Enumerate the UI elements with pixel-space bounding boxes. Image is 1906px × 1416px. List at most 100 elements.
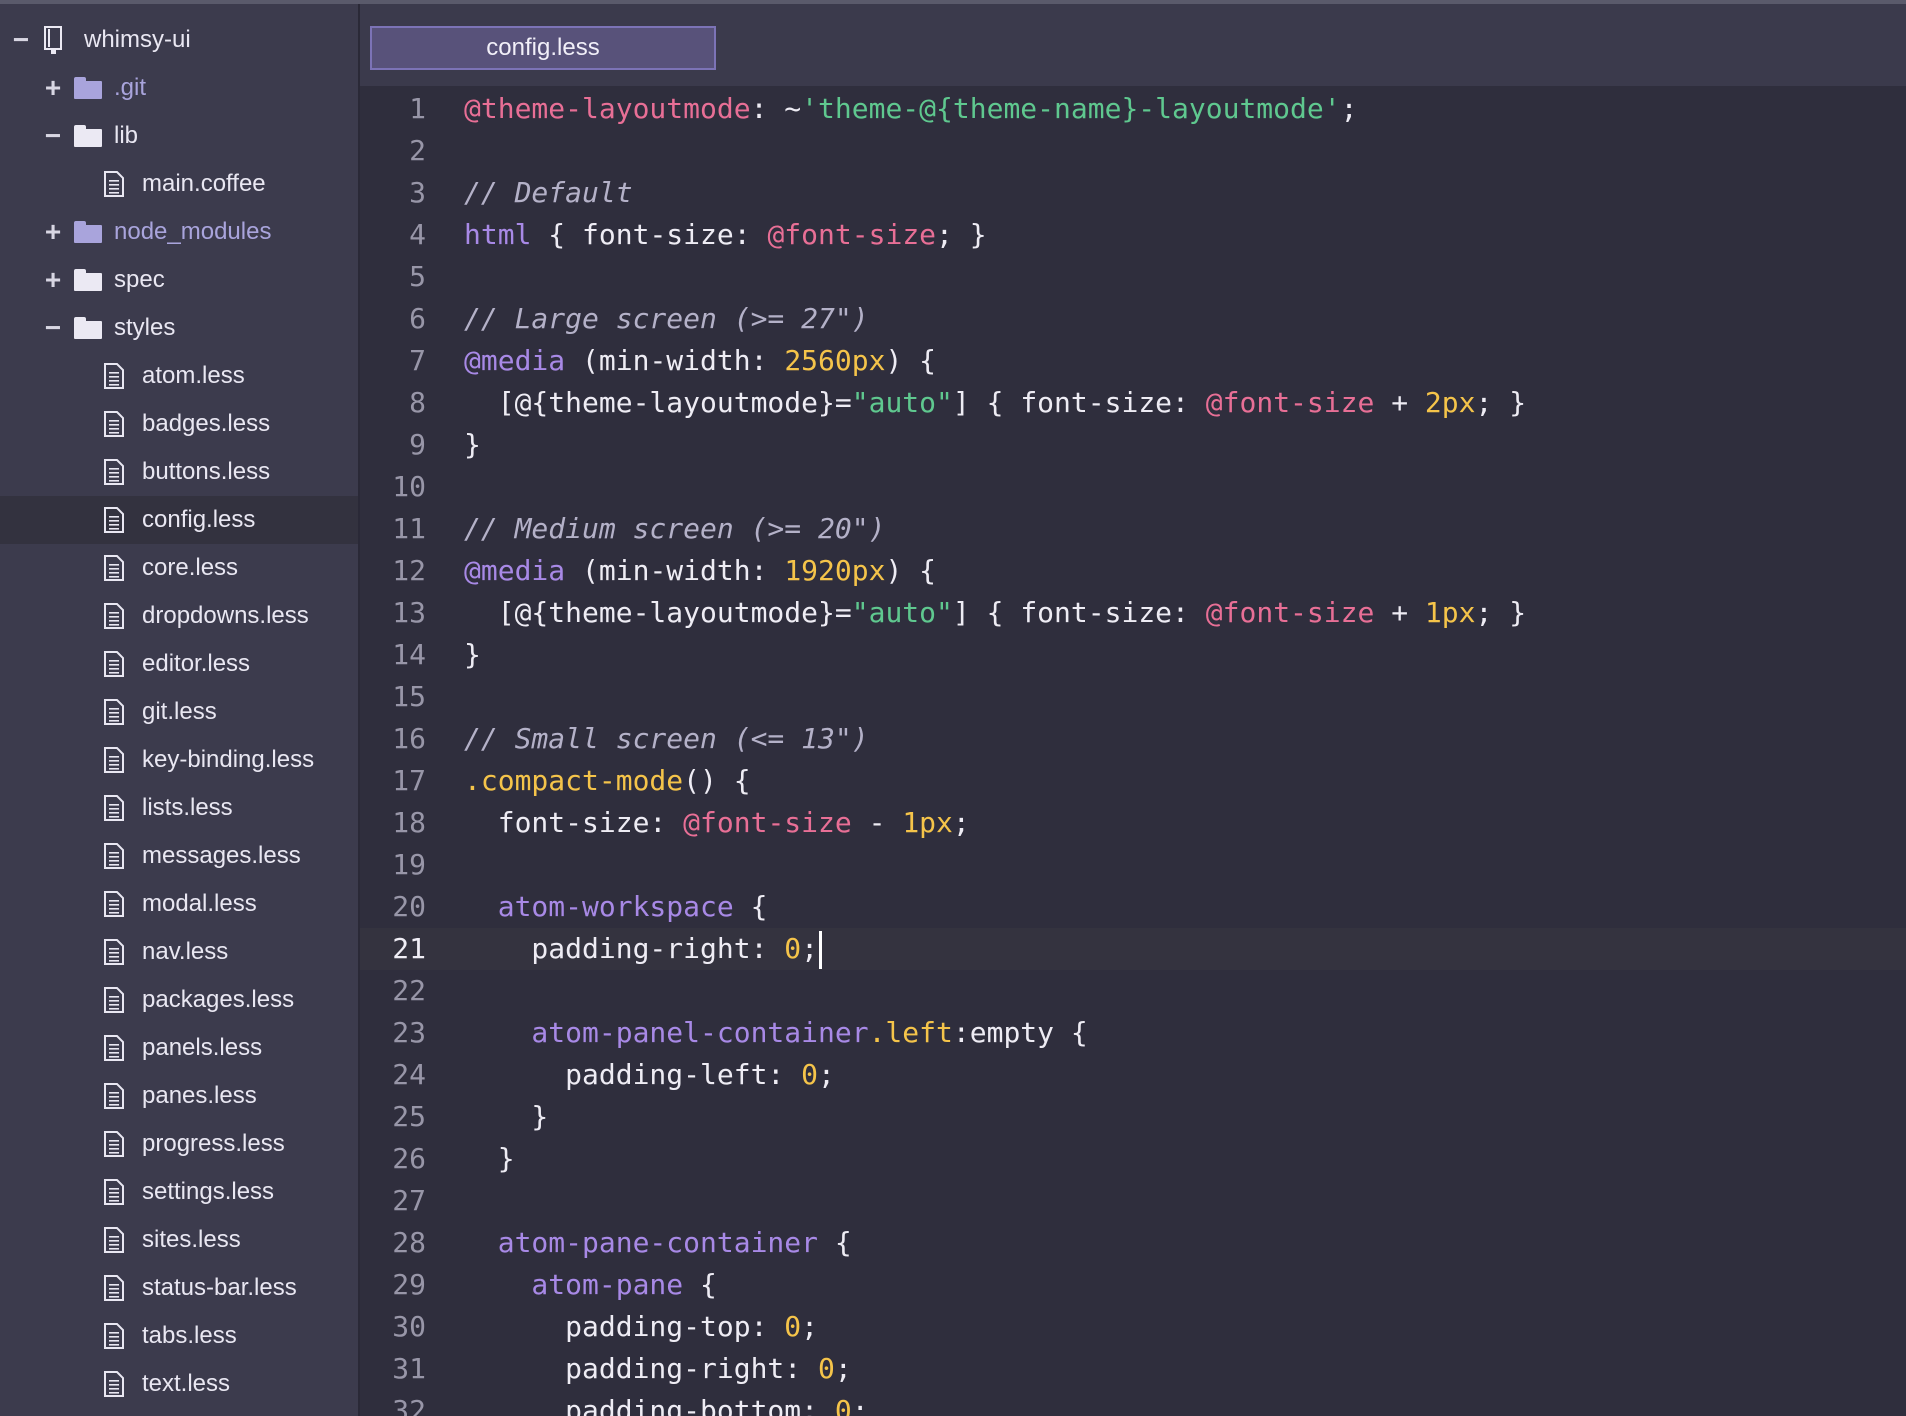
tree-item-settings-less[interactable]: settings.less xyxy=(0,1168,358,1216)
code-line[interactable]: 8 [@{theme-layoutmode}="auto"] { font-si… xyxy=(360,382,1906,424)
tree-item-dropdowns-less[interactable]: dropdowns.less xyxy=(0,592,358,640)
tree-item-node-modules[interactable]: + node_modules xyxy=(0,208,358,256)
code-line[interactable]: 28 atom-pane-container { xyxy=(360,1222,1906,1264)
code-line[interactable]: 17 .compact-mode() { xyxy=(360,760,1906,802)
tree-item-lib[interactable]: − lib xyxy=(0,112,358,160)
tree-item-nav-less[interactable]: nav.less xyxy=(0,928,358,976)
expand-toggle-icon[interactable]: + xyxy=(44,218,62,246)
code-line[interactable]: 31 padding-right: 0; xyxy=(360,1348,1906,1390)
code-token: // Small screen (<= 13") xyxy=(464,722,869,755)
code-token: @media xyxy=(464,554,566,587)
code-token: html xyxy=(464,218,532,251)
expand-toggle-icon[interactable]: + xyxy=(44,74,62,102)
code-line[interactable]: 26 } xyxy=(360,1138,1906,1180)
code-token: { xyxy=(683,1268,717,1301)
code-line[interactable]: 22 xyxy=(360,970,1906,1012)
tree-item-core-less[interactable]: core.less xyxy=(0,544,358,592)
tree-item-editor-less[interactable]: editor.less xyxy=(0,640,358,688)
tree-item-panels-less[interactable]: panels.less xyxy=(0,1024,358,1072)
tree-item-config-less[interactable]: config.less xyxy=(0,496,358,544)
tree-item-badges-less[interactable]: badges.less xyxy=(0,400,358,448)
tree-item-label: dropdowns.less xyxy=(142,602,309,629)
line-number: 20 xyxy=(392,890,426,923)
tree-item-spec[interactable]: + spec xyxy=(0,256,358,304)
file-icon xyxy=(104,1083,124,1109)
code-line[interactable]: 16 // Small screen (<= 13") xyxy=(360,718,1906,760)
code-line[interactable]: 1 @theme-layoutmode: ~'theme-@{theme-name… xyxy=(360,88,1906,130)
code-line[interactable]: 20 atom-workspace { xyxy=(360,886,1906,928)
code-line[interactable]: 2 xyxy=(360,130,1906,172)
tree-item-key-binding-less[interactable]: key-binding.less xyxy=(0,736,358,784)
collapse-toggle-icon[interactable]: − xyxy=(44,122,62,150)
file-icon xyxy=(104,555,124,581)
code-line[interactable]: 10 xyxy=(360,466,1906,508)
tree-root-whimsy-ui[interactable]: − whimsy-ui xyxy=(0,16,358,64)
code-line[interactable]: 4 html { font-size: @font-size; } xyxy=(360,214,1906,256)
code-line[interactable]: 13 [@{theme-layoutmode}="auto"] { font-s… xyxy=(360,592,1906,634)
tree-item-label: text.less xyxy=(142,1370,231,1397)
tree-item-label: packages.less xyxy=(142,986,295,1013)
code-line[interactable]: 32 padding-bottom: 0; xyxy=(360,1390,1906,1416)
file-icon xyxy=(104,939,124,965)
tree-item-tabs-less[interactable]: tabs.less xyxy=(0,1312,358,1360)
code-line[interactable]: 24 padding-left: 0; xyxy=(360,1054,1906,1096)
code-line[interactable]: 29 atom-pane { xyxy=(360,1264,1906,1306)
tree-item-messages-less[interactable]: messages.less xyxy=(0,832,358,880)
line-number: 13 xyxy=(392,596,426,629)
code-line[interactable]: 14} xyxy=(360,634,1906,676)
tree-item-text-less[interactable]: text.less xyxy=(0,1360,358,1408)
code-line[interactable]: 30 padding-top: 0; xyxy=(360,1306,1906,1348)
tab-config-less[interactable]: config.less xyxy=(370,26,716,70)
code-line[interactable]: 9} xyxy=(360,424,1906,466)
tree-item-lists-less[interactable]: lists.less xyxy=(0,784,358,832)
code-token: .left xyxy=(868,1016,953,1049)
code-token: font-size: xyxy=(464,806,684,839)
line-number: 28 xyxy=(392,1226,426,1259)
tree-item-buttons-less[interactable]: buttons.less xyxy=(0,448,358,496)
code-line[interactable]: 21 padding-right: 0; xyxy=(360,928,1906,970)
code-editor[interactable]: 1 @theme-layoutmode: ~'theme-@{theme-name… xyxy=(360,86,1906,1416)
tree-item-git[interactable]: + .git xyxy=(0,64,358,112)
code-line[interactable]: 18 font-size: @font-size - 1px; xyxy=(360,802,1906,844)
line-number: 1 xyxy=(409,92,426,125)
code-token: - xyxy=(851,806,903,839)
code-line[interactable]: 23 atom-panel-container.left:empty { xyxy=(360,1012,1906,1054)
file-icon xyxy=(104,1131,124,1157)
code-line[interactable]: 7 @media (min-width: 2560px) { xyxy=(360,340,1906,382)
line-number: 26 xyxy=(392,1142,426,1175)
tree-item-git-less[interactable]: git.less xyxy=(0,688,358,736)
code-text: @media (min-width: 1920px) { xyxy=(464,550,936,592)
tab-title: config.less xyxy=(486,34,600,61)
code-line[interactable]: 3 // Default xyxy=(360,172,1906,214)
tree-item-packages-less[interactable]: packages.less xyxy=(0,976,358,1024)
tree-item-main-coffee[interactable]: main.coffee xyxy=(0,160,358,208)
code-line[interactable]: 11 // Medium screen (>= 20") xyxy=(360,508,1906,550)
code-text: atom-workspace { xyxy=(464,886,768,928)
collapse-toggle-icon[interactable]: − xyxy=(12,26,30,54)
expand-toggle-icon[interactable]: + xyxy=(44,266,62,294)
code-line[interactable]: 5 xyxy=(360,256,1906,298)
line-number: 18 xyxy=(392,806,426,839)
code-line[interactable]: 15 xyxy=(360,676,1906,718)
tree-item-status-bar-less[interactable]: status-bar.less xyxy=(0,1264,358,1312)
code-token: 2px xyxy=(1424,386,1476,419)
code-line[interactable]: 12 @media (min-width: 1920px) { xyxy=(360,550,1906,592)
code-line[interactable]: 25 } xyxy=(360,1096,1906,1138)
tree-view[interactable]: − whimsy-ui + .git − lib main.coffee + node_mo… xyxy=(0,4,358,1416)
code-line[interactable]: 27 xyxy=(360,1180,1906,1222)
code-line[interactable]: 6 // Large screen (>= 27") xyxy=(360,298,1906,340)
tree-item-panes-less[interactable]: panes.less xyxy=(0,1072,358,1120)
line-number: 25 xyxy=(392,1100,426,1133)
tree-item-styles[interactable]: − styles xyxy=(0,304,358,352)
tree-item-sites-less[interactable]: sites.less xyxy=(0,1216,358,1264)
collapse-toggle-icon[interactable]: − xyxy=(44,314,62,342)
tree-item-atom-less[interactable]: atom.less xyxy=(0,352,358,400)
tree-item-progress-less[interactable]: progress.less xyxy=(0,1120,358,1168)
line-number: 19 xyxy=(392,848,426,881)
code-line[interactable]: 19 xyxy=(360,844,1906,886)
tree-item-label: main.coffee xyxy=(142,170,266,197)
code-token: } xyxy=(464,638,481,671)
code-text: // Default xyxy=(464,172,633,214)
code-token: [@{theme-layoutmode}= xyxy=(464,596,852,629)
tree-item-modal-less[interactable]: modal.less xyxy=(0,880,358,928)
